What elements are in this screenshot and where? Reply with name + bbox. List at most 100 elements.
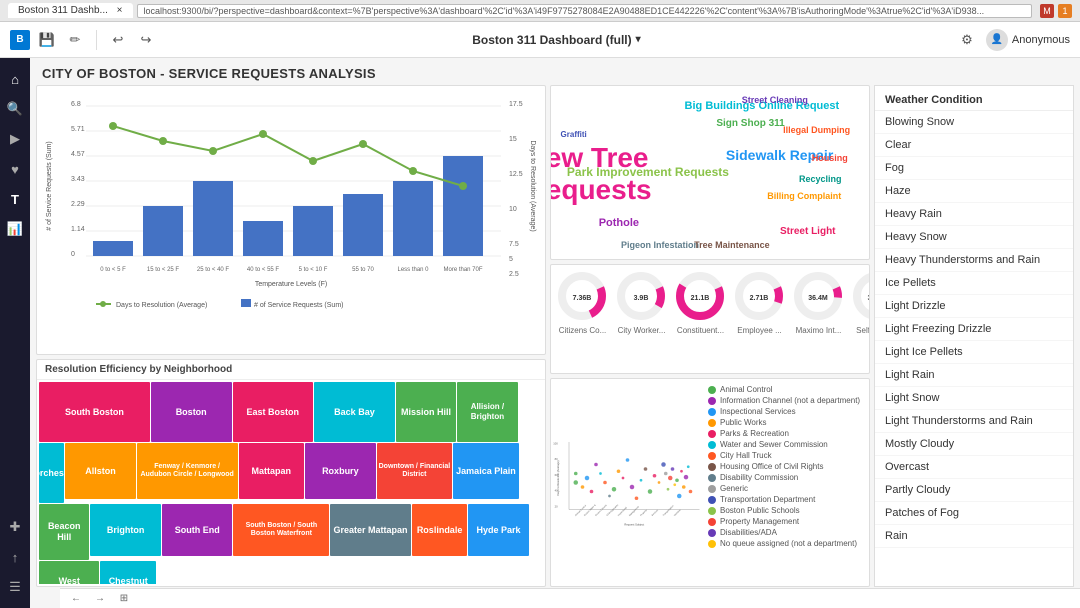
- treemap-allston[interactable]: Allston: [65, 443, 136, 499]
- weather-item-4[interactable]: Heavy Rain: [875, 203, 1073, 226]
- weather-item-8[interactable]: Light Drizzle: [875, 295, 1073, 318]
- word-streetcleaning[interactable]: Street Cleaning: [742, 95, 808, 105]
- word-recycling[interactable]: Recycling: [799, 174, 842, 184]
- word-treemaint[interactable]: Tree Maintenance: [694, 240, 770, 250]
- svg-text:2.71B: 2.71B: [750, 295, 769, 302]
- treemap-mission-hill[interactable]: Mission Hill: [396, 382, 456, 442]
- bar-chart-svg: 6.8 5.71 4.57 3.43 2.29 1.14 0 # of Serv…: [37, 86, 545, 336]
- weather-item-3[interactable]: Haze: [875, 180, 1073, 203]
- treemap-fenway[interactable]: Fenway / Kenmore / Audubon Circle / Long…: [137, 443, 238, 499]
- treemap-chestnut-hill[interactable]: Chestnut Hill: [100, 561, 155, 584]
- line-dot-2: [159, 137, 167, 145]
- treemap-alliston-brighton[interactable]: Allision / Brighton: [457, 382, 517, 442]
- settings-button[interactable]: ⚙: [956, 29, 978, 51]
- browser-url[interactable]: localhost:9300/bi/?perspective=dashboard…: [137, 4, 1033, 18]
- donut-citizens[interactable]: 7.36B Citizens Co...: [555, 269, 610, 336]
- treemap-roslindale[interactable]: Roslindale: [412, 504, 467, 556]
- bar-4[interactable]: [243, 221, 283, 256]
- treemap-east-boston[interactable]: East Boston: [233, 382, 314, 442]
- svg-text:7.36B: 7.36B: [573, 295, 592, 302]
- weather-item-7[interactable]: Ice Pellets: [875, 272, 1073, 295]
- sidebar-icon-search[interactable]: 🔍: [2, 96, 28, 122]
- treemap-beacon-hill[interactable]: Beacon Hill: [39, 504, 89, 560]
- weather-item-9[interactable]: Light Freezing Drizzle: [875, 318, 1073, 341]
- treemap-south-end[interactable]: South End: [162, 504, 233, 556]
- word-graffiti[interactable]: Graffiti: [561, 130, 587, 139]
- donuts-panel: 7.36B Citizens Co... 3.9B City Worker...: [550, 264, 870, 374]
- edit-button[interactable]: ✏: [64, 29, 86, 51]
- treemap-south-boston[interactable]: South Boston: [39, 382, 150, 442]
- weather-item-16[interactable]: Partly Cloudy: [875, 479, 1073, 502]
- word-pigeon[interactable]: Pigeon Infestation: [621, 240, 699, 250]
- treemap-hyde-park[interactable]: Hyde Park: [468, 504, 528, 556]
- treemap-back-bay[interactable]: Back Bay: [314, 382, 395, 442]
- weather-item-0[interactable]: Blowing Snow: [875, 111, 1073, 134]
- forward-icon[interactable]: →: [92, 591, 108, 607]
- treemap-jamaica-plain[interactable]: Jamaica Plain: [453, 443, 519, 499]
- donut-maximo[interactable]: 36.4M Maximo Int...: [791, 269, 846, 336]
- bar-5[interactable]: [293, 206, 333, 256]
- sidebar-icon-heart[interactable]: ♥: [2, 156, 28, 182]
- treemap-downtown[interactable]: Downtown / Financial District: [377, 443, 453, 499]
- bar-8[interactable]: [443, 156, 483, 256]
- weather-item-2[interactable]: Fog: [875, 157, 1073, 180]
- sidebar-icon-text[interactable]: T: [2, 186, 28, 212]
- sidebar-icon-upload[interactable]: ↑: [2, 544, 28, 570]
- bar-7[interactable]: [393, 181, 433, 256]
- word-housing[interactable]: Housing: [812, 153, 848, 163]
- treemap-roxbury[interactable]: Roxbury: [305, 443, 376, 499]
- weather-item-6[interactable]: Heavy Thunderstorms and Rain: [875, 249, 1073, 272]
- donut-constituent[interactable]: 21.1B Constituent...: [673, 269, 728, 336]
- donut-cityworker[interactable]: 3.9B City Worker...: [614, 269, 669, 336]
- sidebar-icon-media[interactable]: ▶: [2, 126, 28, 152]
- word-pothole[interactable]: Pothole: [599, 217, 639, 229]
- weather-item-11[interactable]: Light Rain: [875, 364, 1073, 387]
- bar-6[interactable]: [343, 194, 383, 256]
- weather-item-1[interactable]: Clear: [875, 134, 1073, 157]
- donut-selfservice[interactable]: 3.56B Self Service: [850, 269, 870, 336]
- weather-item-18[interactable]: Rain: [875, 525, 1073, 548]
- back-icon[interactable]: ←: [68, 591, 84, 607]
- save-button[interactable]: 💾: [36, 29, 58, 51]
- treemap-mattapan[interactable]: Mattapan: [239, 443, 305, 499]
- word-illegal-dumping[interactable]: Illegal Dumping: [783, 125, 850, 135]
- bar-2[interactable]: [143, 206, 183, 256]
- word-billing[interactable]: Billing Complaint: [767, 191, 841, 201]
- word-signshop[interactable]: Sign Shop 311: [716, 118, 784, 129]
- sidebar-icon-add[interactable]: ✚: [2, 514, 28, 540]
- weather-item-10[interactable]: Light Ice Pellets: [875, 341, 1073, 364]
- grid-icon[interactable]: ⊞: [116, 591, 132, 607]
- dropdown-icon[interactable]: ▾: [636, 34, 641, 45]
- treemap-sb-waterfront[interactable]: South Boston / South Boston Waterfront: [233, 504, 329, 556]
- user-info: 👤 Anonymous: [986, 29, 1070, 51]
- weather-item-14[interactable]: Mostly Cloudy: [875, 433, 1073, 456]
- treemap-dorchester[interactable]: Dorchester: [39, 443, 64, 503]
- sidebar-icon-home[interactable]: ⌂: [2, 66, 28, 92]
- bar-3[interactable]: [193, 181, 233, 256]
- left-sidebar: ⌂ 🔍 ▶ ♥ T 📊 ✚ ↑ ☰: [0, 58, 30, 608]
- toolbar-right: ⚙ 👤 Anonymous: [956, 29, 1070, 51]
- tab-close[interactable]: ×: [117, 5, 123, 16]
- svg-text:17.5: 17.5: [509, 101, 523, 108]
- svg-text:Boston Citizens: Boston Citizens: [595, 503, 609, 517]
- word-park[interactable]: Park Improvement Requests: [567, 165, 729, 179]
- svg-text:5 to < 10 F: 5 to < 10 F: [299, 267, 328, 273]
- undo-button[interactable]: ↩: [107, 29, 129, 51]
- weather-item-17[interactable]: Patches of Fog: [875, 502, 1073, 525]
- sidebar-icon-chart[interactable]: 📊: [2, 216, 28, 242]
- treemap-boston[interactable]: Boston: [151, 382, 232, 442]
- weather-item-13[interactable]: Light Thunderstorms and Rain: [875, 410, 1073, 433]
- treemap-greater-mattapan[interactable]: Greater Mattapan: [330, 504, 411, 556]
- svg-text:25 to < 40 F: 25 to < 40 F: [197, 267, 230, 273]
- sidebar-icon-menu[interactable]: ☰: [2, 574, 28, 600]
- weather-item-12[interactable]: Light Snow: [875, 387, 1073, 410]
- word-streetlight[interactable]: Street Light: [780, 226, 836, 237]
- treemap-west-roxbury[interactable]: West Roxbury: [39, 561, 99, 584]
- redo-button[interactable]: ↪: [135, 29, 157, 51]
- browser-tab[interactable]: Boston 311 Dashb... ×: [8, 3, 133, 18]
- weather-item-15[interactable]: Overcast: [875, 456, 1073, 479]
- donut-employee[interactable]: 2.71B Employee ...: [732, 269, 787, 336]
- weather-item-5[interactable]: Heavy Snow: [875, 226, 1073, 249]
- bar-1[interactable]: [93, 241, 133, 256]
- treemap-brighton[interactable]: Brighton: [90, 504, 161, 556]
